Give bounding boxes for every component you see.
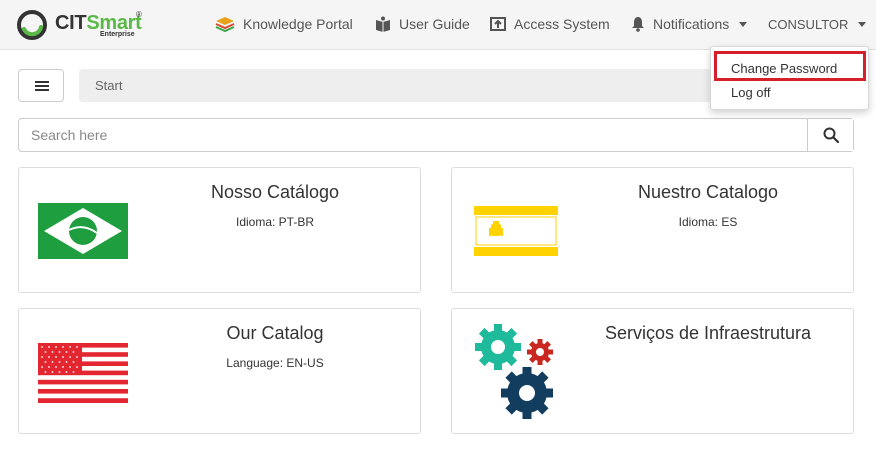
card-title: Nosso Catálogo	[210, 182, 340, 202]
card-title: Nuestro Catalogo	[637, 182, 779, 202]
chevron-down-icon	[739, 21, 748, 27]
search-bar	[18, 118, 854, 152]
catalog-card-pt-br[interactable]: Nosso Catálogo Idioma: PT-BR	[18, 167, 421, 293]
catalog-card-en-us[interactable]: Our Catalog Language: EN-US	[18, 308, 421, 434]
citsmart-logo[interactable]: CITSmart Enterprise ®	[16, 8, 146, 42]
gears-image	[475, 324, 553, 419]
usa-flag-image	[38, 343, 128, 403]
top-navbar: CITSmart Enterprise ® Knowledge Portal U…	[0, 0, 876, 50]
search-input[interactable]	[19, 119, 808, 151]
hamburger-menu-button[interactable]	[18, 69, 64, 102]
stack-icon	[215, 17, 235, 32]
bell-icon	[632, 17, 644, 32]
nav-knowledge-portal-label: Knowledge Portal	[243, 16, 353, 32]
card-title: Serviços de Infraestrutura	[604, 323, 812, 343]
user-menu-toggle[interactable]: CONSULTOR	[768, 14, 867, 34]
logo-subtitle: Enterprise	[100, 31, 135, 38]
logo-ring-icon	[17, 10, 47, 40]
catalog-card-es[interactable]: Nuestro Catalogo Idioma: ES	[451, 167, 854, 293]
hamburger-line	[35, 85, 49, 87]
book-icon	[376, 16, 390, 32]
breadcrumb-start[interactable]: Start	[95, 78, 122, 93]
change-password-highlight-box	[714, 51, 866, 81]
nav-access-system[interactable]: Access System	[490, 14, 610, 34]
logo-registered-mark: ®	[136, 10, 142, 19]
search-button[interactable]	[807, 119, 853, 151]
brazil-flag-image	[38, 203, 128, 259]
chevron-down-icon	[858, 21, 867, 27]
spain-flag-image	[474, 206, 558, 256]
catalog-card-infraestrutura[interactable]: Serviços de Infraestrutura	[451, 308, 854, 434]
hamburger-line	[35, 89, 49, 91]
card-subtitle: Idioma: PT-BR	[235, 215, 315, 229]
nav-access-system-label: Access System	[514, 16, 610, 32]
nav-notifications-label: Notifications	[653, 16, 730, 32]
card-subtitle: Idioma: ES	[678, 215, 738, 229]
breadcrumb: Start	[79, 69, 719, 102]
log-off-menu-item[interactable]: Log off	[731, 85, 771, 100]
nav-user-guide[interactable]: User Guide	[375, 14, 470, 34]
external-window-icon	[490, 17, 506, 31]
search-icon	[823, 127, 839, 143]
nav-knowledge-portal[interactable]: Knowledge Portal	[215, 14, 353, 34]
card-subtitle: Language: EN-US	[226, 356, 324, 370]
user-menu-label: CONSULTOR	[768, 16, 849, 32]
hamburger-line	[35, 81, 49, 83]
card-title: Our Catalog	[226, 323, 324, 343]
nav-user-guide-label: User Guide	[399, 16, 470, 32]
nav-notifications[interactable]: Notifications	[631, 14, 748, 34]
